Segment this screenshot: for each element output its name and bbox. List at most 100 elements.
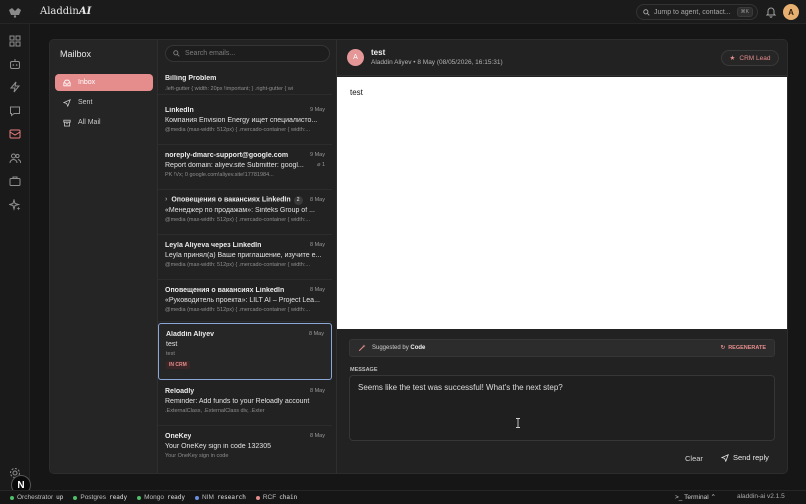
terminal-icon: >_	[675, 494, 683, 501]
email-item[interactable]: LinkedIn 9 May Компания Envision Energy и…	[158, 100, 332, 145]
email-preview: @media (max-width: 512px) { .mercado-con…	[165, 217, 310, 223]
send-icon	[63, 98, 71, 107]
reader-header: A test Aladdin Aliyev • 8 May (08/05/202…	[337, 40, 787, 76]
clear-button[interactable]: Clear	[685, 454, 703, 463]
status-postgres: Postgres ready	[73, 494, 127, 501]
email-subject: Leyla принял(а) Ваше приглашение, изучит…	[165, 252, 322, 259]
email-body: test	[337, 77, 787, 329]
user-avatar[interactable]: A	[783, 4, 799, 20]
folder-label: Inbox	[78, 79, 96, 86]
refresh-icon: ↻	[720, 345, 726, 351]
send-reply-label: Send reply	[733, 453, 769, 462]
email-subject: Your OneKey sign in code 132305	[165, 443, 271, 450]
status-dot	[195, 495, 200, 500]
email-item[interactable]: OneKey 8 May Your OneKey sign in code 132…	[158, 426, 332, 471]
email-preview: @media (max-width: 512px) { .mercado-con…	[165, 127, 310, 133]
folder-label: Sent	[78, 99, 93, 106]
email-date: 9 May	[310, 107, 325, 113]
email-sender: › Оповещения о вакансиях LinkedIn 2	[165, 195, 303, 205]
sparkles-icon[interactable]	[9, 199, 21, 211]
status-dot	[73, 495, 78, 500]
email-date: 8 May	[310, 242, 325, 248]
search-shortcut-badge: ⌘K	[736, 7, 753, 17]
folder-inbox[interactable]: Inbox	[55, 74, 153, 91]
status-dot	[255, 495, 260, 500]
message-label: MESSAGE	[350, 367, 378, 373]
text-cursor-icon	[516, 418, 520, 428]
magic-wand-icon	[358, 344, 366, 352]
email-meta: Aladdin Aliyev • 8 May (08/05/2026, 16:1…	[371, 59, 503, 66]
email-body-text: test	[350, 88, 363, 97]
regenerate-button[interactable]: ↻ REGENERATE	[721, 345, 766, 351]
email-item[interactable]: Billing Problem .left-gutter { width: 20…	[158, 68, 332, 95]
status-dot	[137, 495, 142, 500]
email-preview: @media (max-width: 512px) { .mercado-con…	[165, 262, 310, 268]
chat-icon[interactable]	[9, 105, 21, 117]
brand-name: AladdinAI	[40, 6, 92, 17]
email-preview: Your OneKey sign in code	[165, 453, 229, 459]
email-title: test	[371, 48, 386, 57]
email-subject: «Менеджер по продажам»: Sinteks Group of…	[165, 207, 315, 214]
email-date: 8 May	[310, 287, 325, 293]
email-sender: OneKey	[165, 432, 192, 440]
email-item[interactable]: › Оповещения о вакансиях LinkedIn 2 8 May «…	[158, 190, 332, 235]
email-item[interactable]: Оповещения о вакансиях LinkedIn 8 May «Ру…	[158, 280, 332, 322]
email-subject: test	[166, 341, 178, 348]
email-date: 8 May	[309, 331, 324, 337]
mailbox-title: Mailbox	[60, 49, 92, 59]
status-rcf: RCF chain	[255, 494, 297, 501]
email-search-placeholder: Search emails...	[185, 50, 236, 57]
crm-lead-button[interactable]: ★ CRM Lead	[721, 50, 779, 66]
email-subject-text: Report domain: aliyev.site Submitter: go…	[165, 162, 304, 169]
nav-rail	[0, 24, 30, 490]
email-sender: LinkedIn	[165, 106, 194, 114]
in-crm-badge: IN CRM	[166, 361, 190, 369]
suggestion-bar: Suggested by Code ↻ REGENERATE	[349, 339, 775, 357]
email-list: Search emails... Billing Problem .left-g…	[158, 40, 442, 473]
email-item[interactable]: Reloadly 8 May Reminder: Add funds to you…	[158, 381, 332, 426]
app-version: aladdin-ai v2.1.5	[737, 493, 785, 500]
email-item[interactable]: noreply-dmarc-support@google.com 9 May Re…	[158, 145, 332, 190]
users-icon[interactable]	[9, 152, 21, 164]
email-item[interactable]: Leyla Aliyeva через LinkedIn 8 May Leyla …	[158, 235, 332, 280]
email-search-input[interactable]: Search emails...	[165, 45, 330, 62]
status-bar: Orchestrator up Postgres ready Mongo rea…	[0, 490, 806, 504]
aladdin-logo-icon[interactable]	[8, 5, 22, 19]
folder-sent[interactable]: Sent	[55, 94, 153, 111]
status-nim: NIM research	[195, 494, 246, 501]
email-date: 9 May	[310, 152, 325, 158]
mail-card: Mailbox Inbox Sent All Mail Search email…	[49, 39, 788, 474]
send-reply-button[interactable]: Send reply	[721, 453, 769, 462]
email-item-selected[interactable]: Aladdin Aliyev 8 May test test IN CRM	[158, 323, 332, 380]
bell-icon[interactable]	[766, 6, 776, 18]
search-icon	[643, 8, 650, 16]
email-sender: Оповещения о вакансиях LinkedIn	[165, 286, 285, 294]
email-sender: Reloadly	[165, 387, 195, 395]
email-sender: Leyla Aliyeva через LinkedIn	[165, 241, 262, 249]
terminal-toggle[interactable]: >_ Terminal ⌃	[675, 493, 716, 501]
folder-all-mail[interactable]: All Mail	[55, 114, 153, 131]
suggested-by-text: Suggested by Code	[372, 345, 426, 351]
dashboard-icon[interactable]	[9, 35, 21, 47]
email-date: 8 May	[310, 197, 325, 203]
email-preview: @media (max-width: 512px) { .mercado-con…	[165, 307, 310, 313]
email-preview: .left-gutter { width: 20px !important; }…	[165, 86, 294, 92]
global-search-input[interactable]: Jump to agent, contact... ⌘K	[636, 4, 758, 20]
mailbox-panel: Mailbox Inbox Sent All Mail	[50, 40, 158, 473]
email-reader: A test Aladdin Aliyev • 8 May (08/05/202…	[337, 40, 787, 473]
email-sender: Aladdin Aliyev	[166, 330, 214, 338]
mail-icon[interactable]	[9, 128, 21, 140]
message-textarea[interactable]: Seems like the test was successful! What…	[349, 375, 775, 441]
status-orchestrator: Orchestrator up	[10, 494, 63, 501]
email-date: 8 May	[310, 433, 325, 439]
lightning-icon[interactable]	[9, 81, 21, 93]
thread-count-badge: 2	[293, 195, 303, 205]
email-preview: PK !Vx; 0 google.com!aliyev.site!1778198…	[165, 172, 274, 178]
email-preview: test	[166, 351, 175, 357]
chevron-right-icon[interactable]: ›	[165, 196, 167, 203]
email-sender: Billing Problem	[165, 74, 217, 82]
email-preview: .ExternalClass, .ExternalClass div, .Ext…	[165, 408, 265, 414]
status-dot	[10, 495, 14, 500]
briefcase-icon[interactable]	[9, 175, 21, 187]
bot-icon[interactable]	[9, 58, 21, 70]
